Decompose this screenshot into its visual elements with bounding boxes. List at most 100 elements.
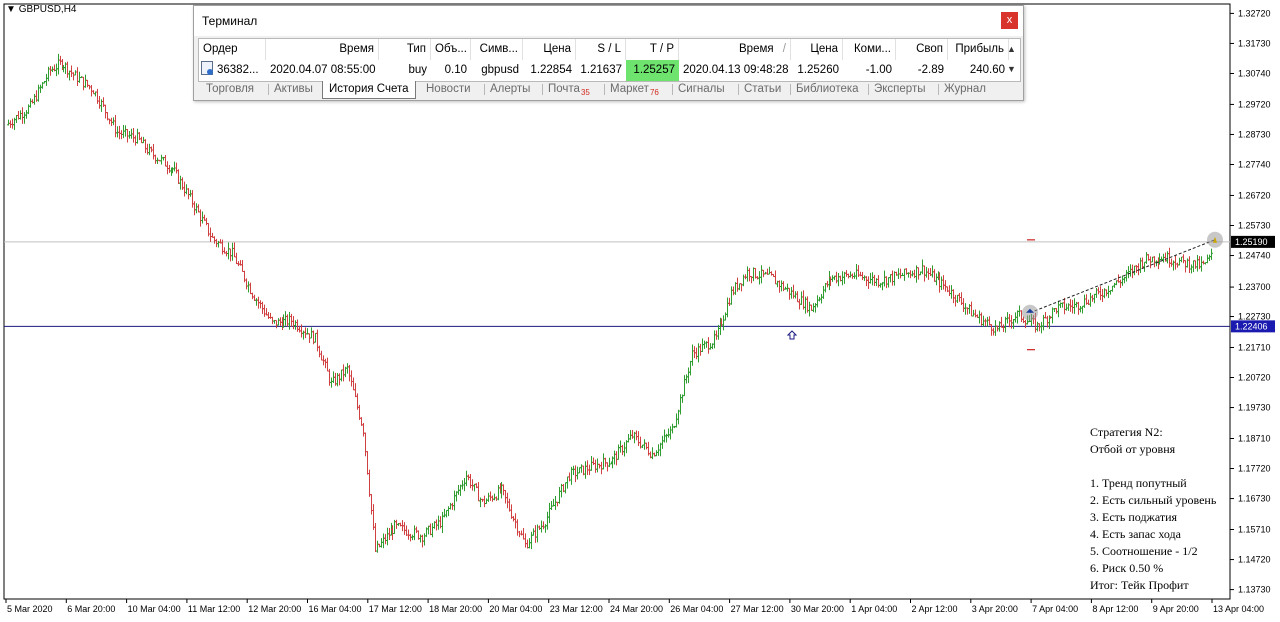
ohlc-bar	[887, 277, 890, 288]
strategy-line: Итог: Тейк Профит	[1090, 578, 1189, 592]
tab-label: История Счета	[329, 83, 409, 95]
col-swap-header[interactable]: Своп	[896, 39, 948, 60]
terminal-titlebar[interactable]: Терминал x	[194, 6, 1023, 36]
ohlc-bar	[722, 315, 725, 331]
tab-3[interactable]: История Счета	[322, 81, 416, 99]
ohlc-bar	[1180, 256, 1183, 263]
scrollbar[interactable]: ▲ ▼	[1007, 39, 1019, 79]
ohlc-bar	[191, 190, 194, 208]
ohlc-bar	[284, 311, 287, 326]
ohlc-bar	[516, 519, 519, 536]
ohlc-bar	[1069, 299, 1072, 312]
scroll-down-icon[interactable]: ▼	[1007, 59, 1019, 79]
ohlc-bar	[473, 483, 476, 492]
ohlc-bar	[734, 282, 737, 295]
x-tick-label: 2 Apr 12:00	[912, 604, 958, 614]
ohlc-bar	[1051, 307, 1054, 324]
ohlc-bar	[275, 319, 278, 329]
ohlc-bar	[340, 369, 343, 382]
tab-1[interactable]: Торговля	[206, 81, 254, 98]
ohlc-bar	[374, 522, 377, 553]
ohlc-bar	[564, 482, 567, 494]
ohlc-bar	[376, 540, 379, 553]
tab-12[interactable]: Журнал	[944, 81, 986, 98]
ohlc-bar	[74, 70, 77, 76]
tab-10[interactable]: Библиотека	[796, 81, 859, 98]
tab-5[interactable]: Алерты	[490, 81, 530, 98]
ohlc-bar	[316, 329, 319, 352]
col-close-price-header[interactable]: Цена	[791, 39, 843, 60]
ohlc-bar	[893, 271, 896, 286]
ohlc-bar	[1002, 324, 1005, 332]
ohlc-bar	[578, 467, 581, 474]
ohlc-bar	[179, 175, 182, 190]
ohlc-bar	[346, 363, 349, 374]
ohlc-bar	[596, 458, 599, 473]
ohlc-bar	[853, 272, 856, 279]
ohlc-bar	[816, 295, 819, 308]
terminal-window[interactable]: Терминал x Ордер Время Тип Объ... Симв... Цен…	[193, 5, 1024, 101]
ohlc-bar	[33, 94, 36, 105]
scroll-up-icon[interactable]: ▲	[1007, 39, 1019, 59]
col-open-price-cell: 1.22854	[530, 64, 572, 76]
ohlc-bar	[677, 409, 680, 425]
y-tick-label: 1.18710	[1238, 433, 1271, 443]
col-profit-header[interactable]: Прибыль	[948, 39, 1009, 60]
ohlc-bar	[487, 492, 490, 502]
ohlc-bar	[602, 453, 605, 470]
tab-9[interactable]: Статьи	[744, 81, 781, 98]
x-tick-label: 6 Mar 20:00	[67, 604, 115, 614]
x-tick-label: 9 Apr 20:00	[1153, 604, 1199, 614]
ohlc-bar	[724, 312, 727, 321]
ohlc-bar	[296, 319, 299, 332]
ohlc-bar	[812, 303, 815, 313]
ohlc-bar	[114, 114, 117, 138]
col-close-time-header[interactable]: Время /	[679, 39, 791, 60]
col-volume-header[interactable]: Объ...	[431, 39, 471, 60]
ohlc-bar	[140, 136, 143, 144]
col-commission-cell: -1.00	[865, 64, 892, 76]
tab-8[interactable]: Сигналы	[678, 81, 725, 98]
table-row[interactable]: 36382... 2020.04.07 08:55:00 buy 0.10 gbpusd…	[199, 60, 1020, 81]
tab-11[interactable]: Эксперты	[874, 81, 925, 98]
tab-2[interactable]: Активы	[274, 81, 313, 98]
ohlc-bar	[1139, 257, 1142, 274]
ohlc-bar	[132, 128, 135, 143]
col-sl-header[interactable]: S / L	[576, 39, 626, 60]
ohlc-bar	[627, 434, 630, 443]
ohlc-bar	[407, 529, 410, 540]
tab-label: Эксперты	[874, 83, 926, 95]
tab-label: Сигналы	[678, 83, 725, 95]
sort-indicator-icon: /	[779, 43, 786, 55]
ohlc-bar	[1194, 260, 1197, 269]
ohlc-bar	[831, 275, 834, 282]
ohlc-bar	[1119, 279, 1122, 289]
ohlc-bar	[304, 327, 307, 339]
tab-6[interactable]: Почта35	[548, 81, 590, 98]
ohlc-bar	[923, 265, 926, 282]
dropdown-triangle-icon[interactable]: ▼	[6, 4, 16, 15]
ohlc-bar	[235, 252, 238, 265]
ohlc-bar	[1202, 260, 1205, 265]
x-tick-label: 10 Mar 04:00	[128, 604, 181, 614]
col-open-time-header[interactable]: Время	[266, 39, 379, 60]
col-open-price-header[interactable]: Цена	[523, 39, 576, 60]
ohlc-bar	[1162, 253, 1165, 263]
ohlc-bar	[251, 292, 254, 300]
col-order-header[interactable]: Ордер	[199, 39, 266, 60]
ohlc-bar	[522, 527, 525, 540]
ohlc-bar	[445, 509, 448, 518]
ohlc-bar	[324, 358, 327, 369]
col-commission-header[interactable]: Коми...	[843, 39, 896, 60]
col-tp-header[interactable]: T / P	[626, 39, 679, 60]
ohlc-bar	[437, 515, 440, 530]
tab-4[interactable]: Новости	[426, 81, 471, 98]
col-symbol-header[interactable]: Симв...	[471, 39, 523, 60]
col-type-header[interactable]: Тип	[379, 39, 431, 60]
history-table[interactable]: Ордер Время Тип Объ... Симв... Цена S / LT / P…	[198, 38, 1021, 82]
ohlc-bar	[786, 283, 789, 292]
ohlc-bar	[76, 67, 79, 87]
tab-7[interactable]: Маркет76	[610, 81, 659, 98]
ohlc-bar	[964, 303, 967, 315]
close-button[interactable]: x	[1001, 12, 1018, 29]
